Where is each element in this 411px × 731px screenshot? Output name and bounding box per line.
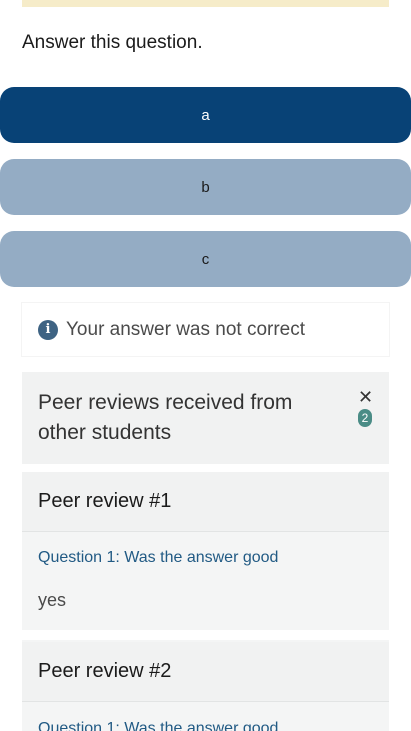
question-prompt: Answer this question.: [22, 32, 203, 53]
peer-review-1-header: Peer review #1: [22, 472, 389, 532]
close-icon[interactable]: ✕: [358, 388, 373, 406]
option-c-button[interactable]: c: [0, 231, 411, 287]
peer-review-2-title: Peer review #2: [38, 660, 172, 682]
peer-review-1-title: Peer review #1: [38, 490, 172, 512]
peer-review-1-body: Question 1: Was the answer good yes: [22, 532, 389, 630]
peer-reviews-header: Peer reviews received from other student…: [22, 372, 389, 464]
peer-reviews-title: Peer reviews received from other student…: [38, 391, 293, 444]
peer-review-1-answer: yes: [38, 590, 67, 610]
option-a-button[interactable]: a: [0, 87, 411, 143]
option-b-button[interactable]: b: [0, 159, 411, 215]
peer-review-2-question: Question 1: Was the answer good: [38, 720, 279, 731]
peer-review-2-body: Question 1: Was the answer good: [22, 703, 389, 731]
feedback-message: i Your answer was not correct: [22, 303, 389, 356]
peer-review-1-question: Question 1: Was the answer good: [38, 549, 279, 566]
review-count-badge: 2: [358, 409, 372, 427]
peer-review-2-header: Peer review #2: [22, 642, 389, 702]
peer-reviews-panel: Peer reviews received from other student…: [22, 372, 389, 731]
feedback-text: Your answer was not correct: [66, 318, 306, 340]
info-icon: i: [38, 319, 58, 340]
divider: [22, 630, 389, 640]
top-banner: [22, 0, 389, 7]
